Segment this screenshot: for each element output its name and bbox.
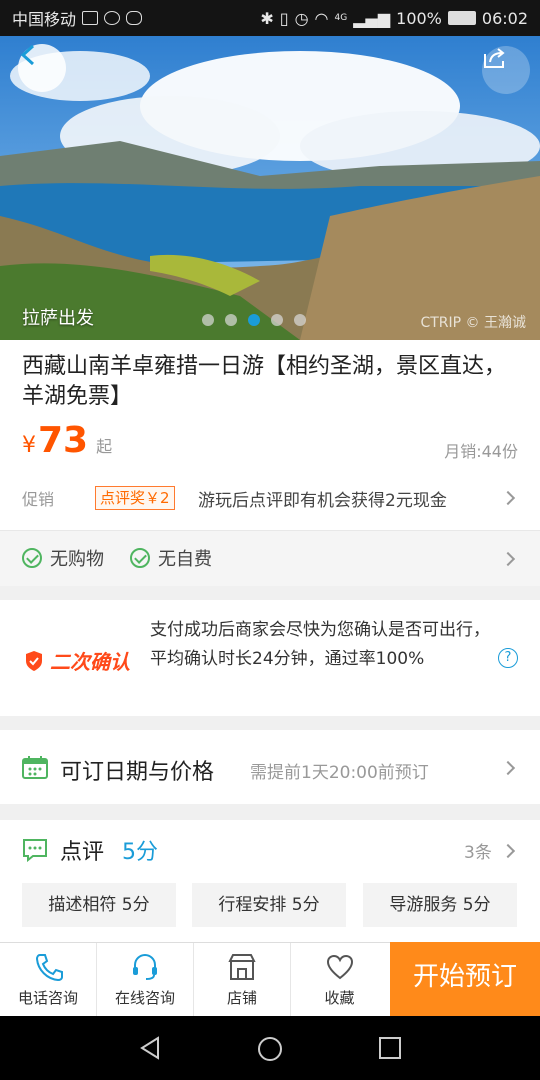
phone-icon <box>35 954 63 982</box>
bottom-item-label: 电话咨询 <box>17 989 78 1007</box>
app-icon <box>104 11 121 25</box>
photo-credit: CTRIP © 王瀚诚 <box>420 315 526 331</box>
bottom-item-label: 店铺 <box>226 989 257 1007</box>
monthly-sales: 月销:44份 <box>444 442 518 461</box>
review-score: 5分 <box>122 840 158 865</box>
comment-icon <box>23 839 47 862</box>
feature-no-shopping: 无购物 <box>22 545 104 571</box>
feature-label: 无购物 <box>50 549 104 570</box>
feature-row[interactable]: 无购物 无自费 <box>0 530 540 586</box>
product-title: 西藏山南羊卓雍措一日游【相约圣湖，景区直达，羊湖免票】 <box>22 354 507 409</box>
calendar-icon <box>22 756 48 779</box>
wifi-icon: ◠ <box>314 8 329 28</box>
online-consult-button[interactable]: 在线咨询 <box>97 943 194 1017</box>
promo-label: 促销 <box>22 490 55 509</box>
headset-icon <box>133 953 157 980</box>
clock: 06:02 <box>481 8 528 28</box>
battery-percent: 100% <box>396 8 442 28</box>
signal-icon: ▂▄▆ <box>353 8 391 28</box>
feature-label: 无自费 <box>158 549 212 570</box>
shield-check-icon <box>26 650 42 671</box>
store-icon <box>228 954 256 980</box>
activity-icon <box>82 11 99 25</box>
share-button[interactable] <box>482 46 530 94</box>
price-suffix: 起 <box>96 437 113 456</box>
back-arrow-icon <box>20 44 35 66</box>
carousel-indicator <box>202 314 306 326</box>
departure-city: 拉萨出发 <box>22 308 94 329</box>
currency-symbol: ¥ <box>22 433 36 458</box>
alarm-icon: ◷ <box>294 8 309 28</box>
review-tag[interactable]: 描述相符 5分 <box>22 883 176 927</box>
availability-title: 可订日期与价格 <box>60 760 215 785</box>
confirmation-text: 支付成功后商家会尽快为您确认是否可出行，平均确认时长24分钟，通过率100% <box>150 620 490 669</box>
favorite-button[interactable]: 收藏 <box>291 943 388 1017</box>
battery-icon <box>447 11 476 25</box>
price-block: ¥ 73 起 <box>22 420 112 461</box>
start-booking-button[interactable]: 开始预订 <box>390 942 540 1016</box>
bottom-item-label: 在线咨询 <box>114 989 175 1007</box>
wechat-icon <box>126 11 143 25</box>
carousel-dot[interactable] <box>294 314 306 326</box>
share-icon <box>484 48 505 68</box>
carrier-label: 中国移动 <box>12 10 77 29</box>
status-bar: 中国移动 ✱ ▯ ◷ ◠ 4G ▂▄▆ 100% 06:02 <box>0 0 540 36</box>
network-type: 4G <box>334 13 348 23</box>
back-button[interactable] <box>18 44 66 92</box>
double-confirm-badge: 二次确认 <box>24 646 130 675</box>
price-value: 73 <box>38 420 89 461</box>
check-circle-icon <box>22 548 42 568</box>
hero-photo <box>0 36 540 340</box>
vibrate-icon: ▯ <box>279 8 289 28</box>
promo-row[interactable]: 游玩后点评即有机会获得2元现金 <box>198 486 488 511</box>
availability-note: 需提前1天20:00前预订 <box>250 763 429 783</box>
review-tag[interactable]: 行程安排 5分 <box>192 883 346 927</box>
nav-home-icon[interactable] <box>257 1036 283 1062</box>
feature-no-extra-cost: 无自费 <box>130 545 212 571</box>
review-count[interactable]: 3条 <box>464 838 492 863</box>
reviews-title: 点评 <box>60 840 105 865</box>
chevron-right-icon <box>500 551 516 567</box>
carousel-dot-active[interactable] <box>248 314 260 326</box>
bluetooth-icon: ✱ <box>260 8 274 28</box>
nav-back-icon[interactable] <box>138 1036 162 1060</box>
review-tag[interactable]: 导游服务 5分 <box>363 883 517 927</box>
promo-tag: 点评奖￥2 <box>95 486 175 510</box>
carousel-dot[interactable] <box>225 314 237 326</box>
carousel-dot[interactable] <box>202 314 214 326</box>
store-button[interactable]: 店铺 <box>194 943 291 1017</box>
check-circle-icon <box>130 548 150 568</box>
phone-consult-button[interactable]: 电话咨询 <box>0 943 97 1017</box>
heart-icon <box>326 954 353 980</box>
double-confirm-label: 二次确认 <box>50 650 130 674</box>
help-icon[interactable]: ? <box>498 648 518 668</box>
nav-recent-icon[interactable] <box>379 1037 401 1059</box>
bottom-item-label: 收藏 <box>324 989 355 1007</box>
carousel-dot[interactable] <box>271 314 283 326</box>
hero-carousel[interactable]: 拉萨出发 CTRIP © 王瀚诚 <box>0 36 540 340</box>
system-nav-bar <box>0 1016 540 1080</box>
